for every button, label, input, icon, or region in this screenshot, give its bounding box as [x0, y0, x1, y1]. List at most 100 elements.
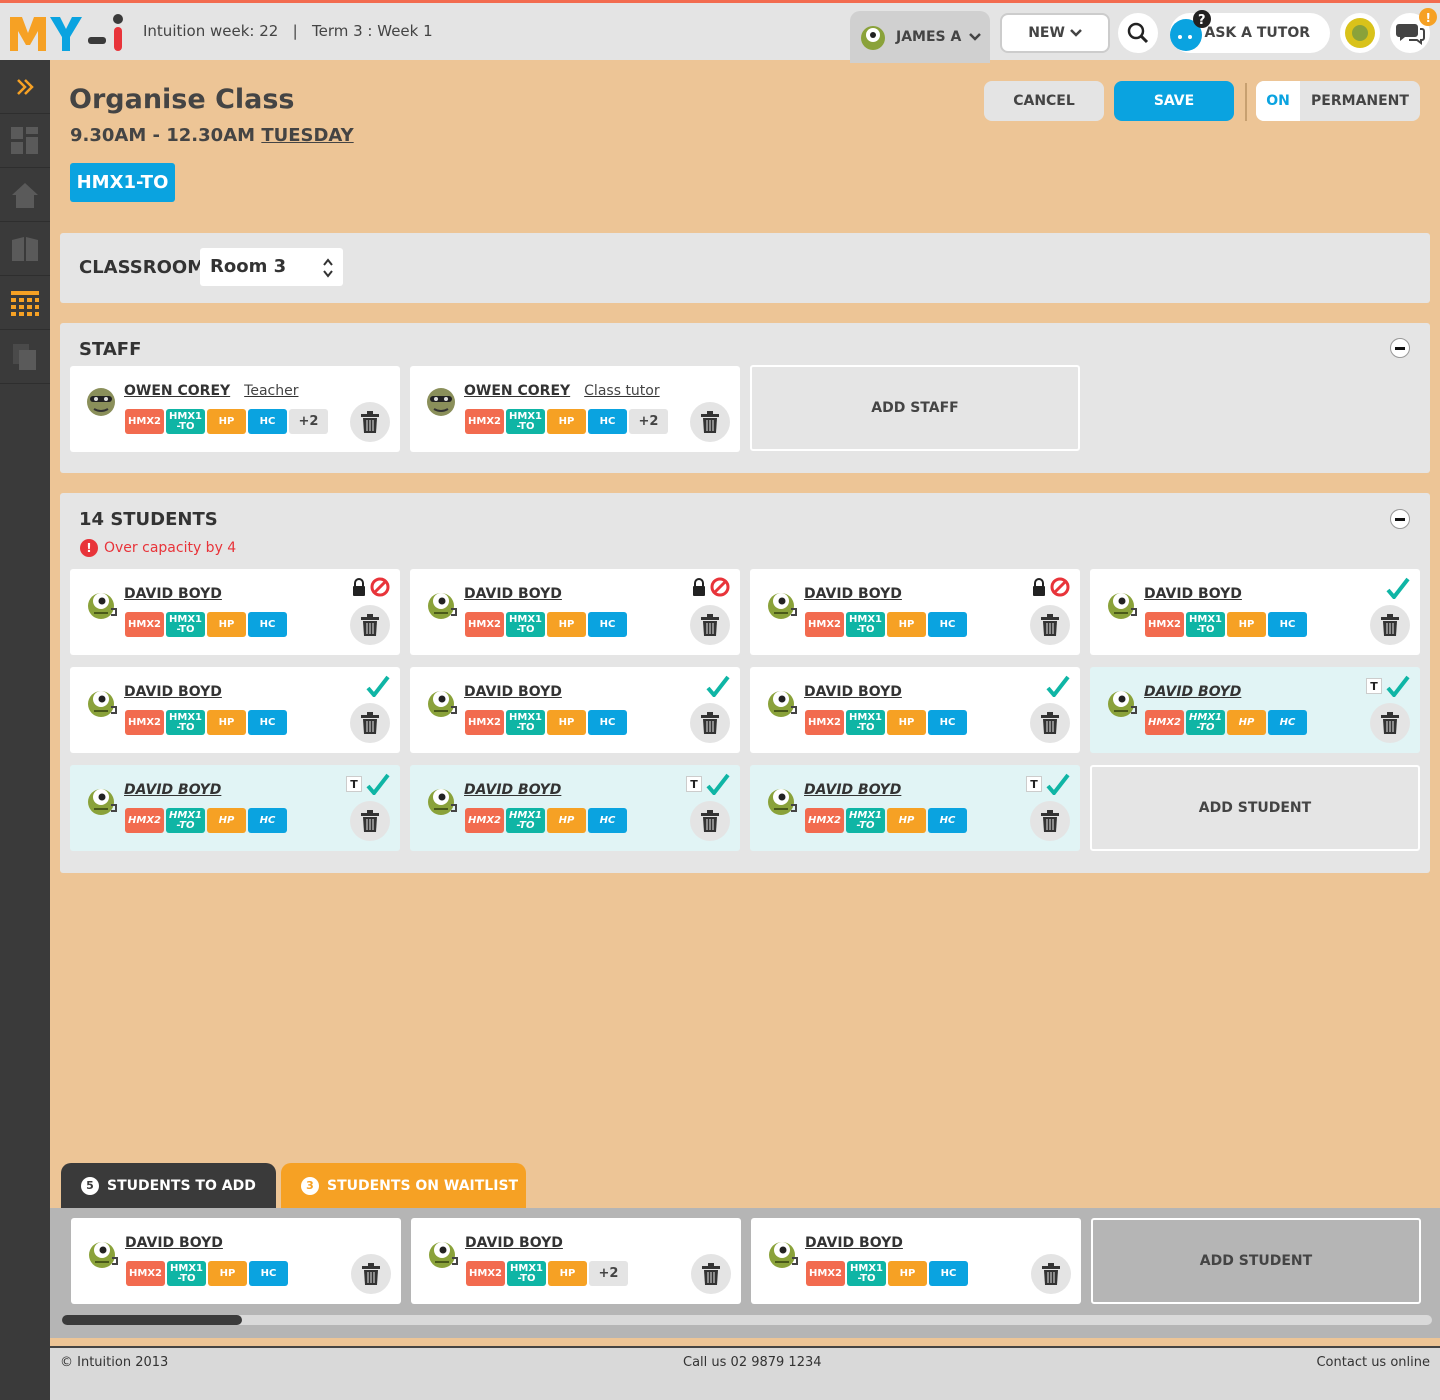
tab-students-to-add[interactable]: 5 STUDENTS TO ADD [61, 1163, 276, 1208]
delete-staff-button[interactable] [350, 402, 390, 442]
tag-t2: HMX1 -TO [507, 1261, 546, 1286]
student-name[interactable]: DAVID BOYD [805, 1235, 903, 1251]
student-status [1386, 577, 1410, 599]
sidebar-item-calendar[interactable] [0, 276, 50, 330]
class-tag[interactable]: HMX1-TO [70, 163, 175, 202]
student-card: DAVID BOYD HMX2 HMX1 -TO HP HC T [1090, 667, 1420, 753]
tag-t3: HP [548, 1261, 587, 1286]
staff-name[interactable]: OWEN COREY Class tutor [464, 383, 660, 399]
tag-t1: HMX2 [805, 710, 844, 735]
notification-badge-icon: ! [1419, 8, 1437, 26]
scrollbar-thumb[interactable] [62, 1315, 242, 1325]
more-tags[interactable]: +2 [629, 409, 668, 434]
sidebar-item-home[interactable] [0, 168, 50, 222]
student-name[interactable]: DAVID BOYD [125, 1235, 223, 1251]
save-button[interactable]: SAVE [1114, 81, 1234, 121]
avatar-icon [768, 593, 797, 619]
profile-button[interactable] [1340, 13, 1380, 53]
avatar-icon [1108, 593, 1137, 619]
student-name[interactable]: DAVID BOYD [464, 684, 562, 700]
delete-student-button[interactable] [690, 801, 730, 841]
sidebar-item-documents[interactable] [0, 330, 50, 384]
avatar-icon [89, 1242, 118, 1268]
student-name[interactable]: DAVID BOYD [124, 684, 222, 700]
sidebar-expand[interactable] [0, 60, 50, 114]
delete-student-button[interactable] [350, 703, 390, 743]
permanence-toggle[interactable]: ON PERMANENT [1256, 81, 1420, 121]
student-card: DAVID BOYD HMX2 HMX1 -TO HP HC [70, 667, 400, 753]
staff-avatar-icon [87, 388, 115, 416]
student-status: T [1026, 773, 1070, 795]
class-day[interactable]: TUESDAY [261, 125, 353, 146]
delete-student-button[interactable] [1370, 703, 1410, 743]
divider [1245, 83, 1247, 121]
pending-student-card: DAVID BOYD HMX2 HMX1 -TO HP HC [751, 1218, 1081, 1304]
check-icon [366, 675, 390, 697]
class-tags: HMX2 HMX1 -TO HP HC [806, 1261, 968, 1286]
tray-add-student-button[interactable]: ADD STUDENT [1091, 1218, 1421, 1304]
staff-name[interactable]: OWEN COREY Teacher [124, 383, 298, 399]
delete-student-button[interactable] [1030, 605, 1070, 645]
delete-student-button[interactable] [1030, 801, 1070, 841]
student-name[interactable]: DAVID BOYD [804, 684, 902, 700]
add-student-button[interactable]: ADD STUDENT [1090, 765, 1420, 851]
chevron-down-icon [969, 33, 982, 41]
footer-contact[interactable]: Contact us online [1316, 1355, 1430, 1370]
student-name[interactable]: DAVID BOYD [1144, 586, 1242, 602]
tag-t1: HMX2 [465, 612, 504, 637]
classroom-label: CLASSROOM [79, 257, 206, 278]
collapse-students-button[interactable] [1390, 509, 1410, 529]
sidebar-item-dashboard[interactable] [0, 114, 50, 168]
tag-t4: HC [928, 808, 967, 833]
tag-t4: HC [1268, 612, 1307, 637]
tag-t4: HC [928, 612, 967, 637]
more-tags[interactable]: +2 [589, 1261, 628, 1286]
horizontal-scrollbar[interactable] [62, 1315, 1432, 1325]
sidebar-item-book[interactable] [0, 222, 50, 276]
student-name[interactable]: DAVID BOYD [804, 782, 901, 798]
toggle-on[interactable]: ON [1256, 81, 1300, 121]
students-title: 14 STUDENTS [79, 509, 218, 530]
trash-icon [1381, 712, 1399, 734]
delete-student-button[interactable] [690, 605, 730, 645]
add-staff-button[interactable]: ADD STAFF [750, 365, 1080, 451]
student-name[interactable]: DAVID BOYD [465, 1235, 563, 1251]
trial-badge: T [1366, 678, 1382, 694]
delete-student-button[interactable] [690, 703, 730, 743]
delete-student-button[interactable] [1030, 703, 1070, 743]
cancel-button[interactable]: CANCEL [984, 81, 1104, 121]
myi-logo[interactable] [8, 11, 128, 55]
tag-t2: HMX1 -TO [506, 808, 545, 833]
student-card: DAVID BOYD HMX2 HMX1 -TO HP HC T [410, 765, 740, 851]
delete-student-button[interactable] [1031, 1254, 1071, 1294]
collapse-staff-button[interactable] [1390, 338, 1410, 358]
delete-staff-button[interactable] [690, 402, 730, 442]
tag-t2: HMX1 -TO [1186, 612, 1225, 637]
tag-t3: HP [1227, 710, 1266, 735]
student-name[interactable]: DAVID BOYD [124, 782, 221, 798]
delete-student-button[interactable] [691, 1254, 731, 1294]
tag-t1: HMX2 [126, 1261, 165, 1286]
delete-student-button[interactable] [351, 1254, 391, 1294]
book-icon [12, 236, 38, 261]
delete-student-button[interactable] [350, 605, 390, 645]
student-name[interactable]: DAVID BOYD [124, 586, 222, 602]
class-tags: HMX2 HMX1 -TO HP HC [465, 612, 627, 637]
trash-icon [701, 411, 719, 433]
tab-students-waitlist[interactable]: 3 STUDENTS ON WAITLIST [281, 1163, 526, 1208]
trash-icon [362, 1263, 380, 1285]
user-menu[interactable]: JAMES A [850, 11, 990, 63]
student-name[interactable]: DAVID BOYD [464, 782, 561, 798]
student-name[interactable]: DAVID BOYD [804, 586, 902, 602]
more-tags[interactable]: +2 [289, 409, 328, 434]
classroom-select[interactable]: Room 3 [200, 248, 343, 286]
toggle-permanent[interactable]: PERMANENT [1300, 93, 1420, 109]
student-name[interactable]: DAVID BOYD [1144, 684, 1241, 700]
delete-student-button[interactable] [350, 801, 390, 841]
student-card: DAVID BOYD HMX2 HMX1 -TO HP HC [750, 569, 1080, 655]
student-name[interactable]: DAVID BOYD [464, 586, 562, 602]
delete-student-button[interactable] [1370, 605, 1410, 645]
search-button[interactable] [1118, 13, 1158, 53]
new-button[interactable]: NEW [1000, 13, 1110, 53]
double-chevron-right-icon [17, 78, 34, 95]
